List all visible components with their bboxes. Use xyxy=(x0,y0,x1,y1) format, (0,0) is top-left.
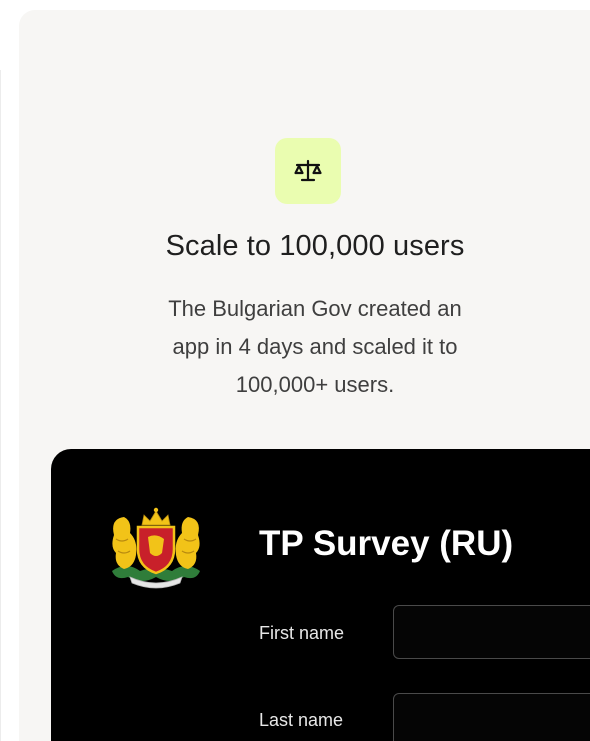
first-name-input[interactable] xyxy=(393,605,590,659)
first-name-label: First name xyxy=(259,623,345,643)
left-divider xyxy=(0,70,1,741)
feature-description: The Bulgarian Gov created an app in 4 da… xyxy=(168,296,462,397)
survey-title: TP Survey (RU) xyxy=(259,524,514,563)
bulgarian-coat-of-arms-icon xyxy=(112,507,200,589)
page: Scale to 100,000 users The Bulgarian Gov… xyxy=(0,0,590,741)
feature-icon-badge xyxy=(275,138,341,204)
last-name-input[interactable] xyxy=(393,693,590,741)
feature-title: Scale to 100,000 users xyxy=(165,230,465,262)
scale-balance-icon xyxy=(294,159,322,182)
last-name-label: Last name xyxy=(259,710,344,730)
